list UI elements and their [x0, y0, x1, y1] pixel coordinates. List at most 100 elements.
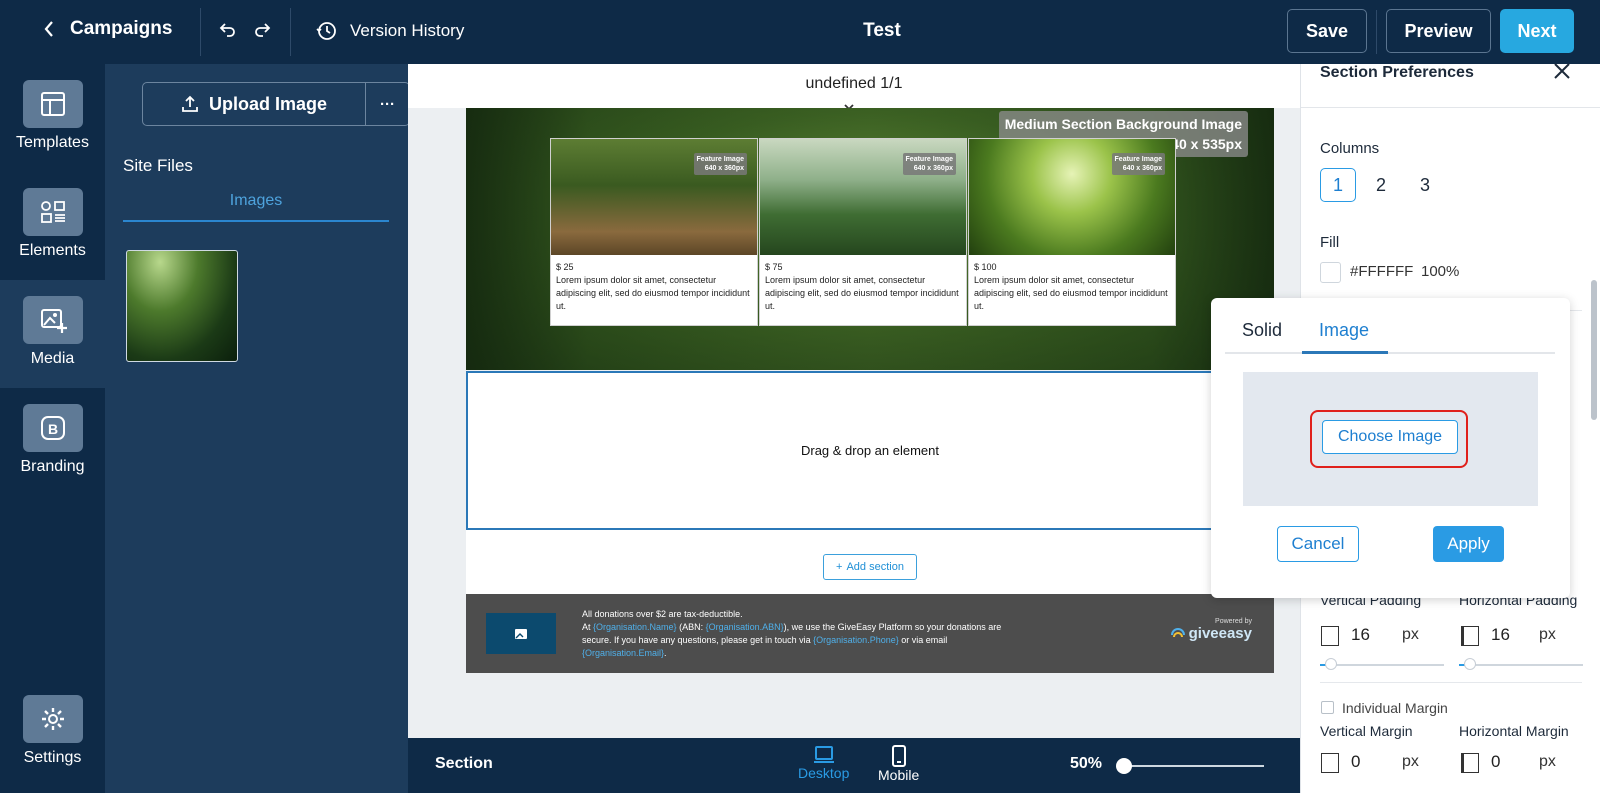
- fill-color-swatch[interactable]: [1320, 262, 1341, 283]
- page-footer[interactable]: All donations over $2 are tax-deductible…: [466, 594, 1274, 673]
- image-icon: [515, 628, 527, 639]
- vertical-padding-slider[interactable]: [1320, 664, 1444, 666]
- editor-canvas: undefined 1/1 Medium Section Background …: [408, 64, 1300, 738]
- close-panel-button[interactable]: [1553, 62, 1571, 85]
- version-history-label: Version History: [350, 21, 465, 40]
- columns-label: Columns: [1320, 140, 1380, 157]
- card-price: $ 100: [974, 262, 997, 272]
- cancel-button[interactable]: Cancel: [1277, 526, 1359, 562]
- powered-by: Powered by giveeasy: [1170, 618, 1252, 642]
- mobile-label: Mobile: [878, 767, 920, 783]
- feature-image: Feature Image 640 x 360px: [969, 139, 1175, 255]
- elements-icon: [22, 188, 83, 236]
- horizontal-padding-slider-handle[interactable]: [1464, 658, 1476, 670]
- panel-header: Section Preferences: [1301, 62, 1600, 108]
- image-thumbnail[interactable]: [126, 250, 238, 362]
- svg-text:B: B: [48, 421, 58, 437]
- columns-option-1[interactable]: 1: [1320, 168, 1356, 202]
- choose-image-button[interactable]: Choose Image: [1322, 420, 1458, 454]
- upload-image-button[interactable]: Upload Image: [142, 82, 366, 126]
- history-icon: [316, 22, 336, 40]
- back-to-campaigns-button[interactable]: Campaigns: [44, 18, 172, 40]
- save-button[interactable]: Save: [1287, 9, 1367, 53]
- tab-solid[interactable]: Solid: [1242, 320, 1282, 341]
- plus-icon: +: [836, 561, 843, 573]
- add-section-button[interactable]: + Add section: [823, 554, 917, 580]
- horizontal-margin-label: Horizontal Margin: [1459, 723, 1569, 739]
- zoom-slider[interactable]: [1124, 765, 1264, 767]
- preview-button[interactable]: Preview: [1386, 9, 1491, 53]
- horizontal-margin-icon: [1461, 753, 1479, 773]
- tab-image[interactable]: Image: [1319, 320, 1369, 341]
- next-button[interactable]: Next: [1500, 9, 1574, 53]
- individual-margin-checkbox[interactable]: [1321, 701, 1334, 714]
- vertical-margin-icon: [1321, 753, 1339, 773]
- templates-icon: [22, 80, 83, 128]
- vertical-margin-label: Vertical Margin: [1320, 723, 1413, 739]
- feature-image-label: Feature Image 640 x 360px: [1111, 153, 1165, 175]
- card-text: Lorem ipsum dolor sit amet, consectetur …: [765, 275, 959, 311]
- site-files-heading: Site Files: [123, 156, 193, 175]
- card-price: $ 25: [556, 262, 574, 272]
- panel-scrollbar[interactable]: [1591, 280, 1597, 420]
- bottom-bar: Section Desktop Mobile 50%: [408, 738, 1300, 793]
- donation-card[interactable]: Feature Image 640 x 360px $ 25 Lorem ipsu…: [550, 138, 758, 326]
- card-text: Lorem ipsum dolor sit amet, consectetur …: [974, 275, 1168, 311]
- horizontal-margin-input[interactable]: 0: [1491, 752, 1500, 772]
- panel-title: Section Preferences: [1320, 64, 1474, 81]
- section-background-image[interactable]: Medium Section Background Image 1440 x 5…: [466, 108, 1274, 370]
- nav-item-branding[interactable]: B Branding: [0, 388, 105, 496]
- vertical-padding-icon: [1321, 626, 1339, 646]
- divider: [200, 8, 201, 56]
- undo-button[interactable]: [218, 20, 238, 45]
- donation-card[interactable]: Feature Image 640 x 360px $ 100 Lorem ips…: [968, 138, 1176, 326]
- fill-opacity-value[interactable]: 100%: [1421, 263, 1459, 280]
- zoom-slider-handle[interactable]: [1116, 758, 1132, 774]
- apply-button[interactable]: Apply: [1433, 526, 1504, 562]
- feature-image-label: Feature Image 640 x 360px: [902, 153, 956, 175]
- nav-item-templates[interactable]: Templates: [0, 64, 105, 172]
- vertical-margin-unit: px: [1402, 753, 1419, 770]
- donation-card[interactable]: Feature Image 640 x 360px $ 75 Lorem ipsu…: [759, 138, 967, 326]
- drop-zone-label: Drag & drop an element: [800, 443, 940, 458]
- logo-placeholder[interactable]: [486, 613, 556, 654]
- close-icon: [1554, 63, 1570, 79]
- vertical-padding-unit: px: [1402, 626, 1419, 643]
- horizontal-padding-unit: px: [1539, 626, 1556, 643]
- mobile-icon: [891, 745, 906, 767]
- vertical-padding-slider-handle[interactable]: [1325, 658, 1337, 670]
- nav-item-media[interactable]: Media: [0, 280, 105, 388]
- image-preview-area: Choose Image: [1243, 372, 1538, 506]
- horizontal-padding-input[interactable]: 16: [1491, 625, 1510, 645]
- mobile-view-button[interactable]: Mobile: [878, 745, 919, 783]
- vertical-margin-input[interactable]: 0: [1351, 752, 1360, 772]
- divider: [290, 8, 291, 56]
- zoom-level: 50%: [1070, 755, 1103, 772]
- drop-zone[interactable]: Drag & drop an element: [466, 371, 1274, 530]
- nav-label: Settings: [23, 749, 82, 766]
- redo-button[interactable]: [252, 20, 272, 45]
- upload-label: Upload Image: [208, 93, 328, 114]
- desktop-view-button[interactable]: Desktop: [798, 745, 849, 781]
- card-price: $ 75: [765, 262, 783, 272]
- fill-hex-value[interactable]: #FFFFFF: [1350, 263, 1413, 280]
- nav-item-elements[interactable]: Elements: [0, 172, 105, 280]
- feature-image: Feature Image 640 x 360px: [760, 139, 966, 255]
- card-text: Lorem ipsum dolor sit amet, consectetur …: [556, 275, 750, 311]
- redo-icon: [255, 23, 271, 37]
- selection-type: Section: [435, 755, 493, 772]
- active-tab-indicator: [1302, 351, 1388, 354]
- more-options-button[interactable]: ···: [365, 82, 410, 126]
- columns-option-3[interactable]: 3: [1407, 168, 1443, 202]
- vertical-padding-input[interactable]: 16: [1351, 625, 1370, 645]
- giveeasy-logo: giveeasy: [1170, 625, 1252, 642]
- columns-option-2[interactable]: 2: [1363, 168, 1399, 202]
- version-history-button[interactable]: Version History: [316, 20, 464, 42]
- tab-images[interactable]: Images: [123, 184, 389, 222]
- nav-item-settings[interactable]: Settings: [0, 679, 105, 787]
- horizontal-padding-slider[interactable]: [1459, 664, 1583, 666]
- nav-label: Media: [30, 350, 75, 367]
- divider: [1320, 682, 1582, 683]
- individual-margin-label: Individual Margin: [1342, 700, 1448, 716]
- upload-icon: [182, 95, 198, 112]
